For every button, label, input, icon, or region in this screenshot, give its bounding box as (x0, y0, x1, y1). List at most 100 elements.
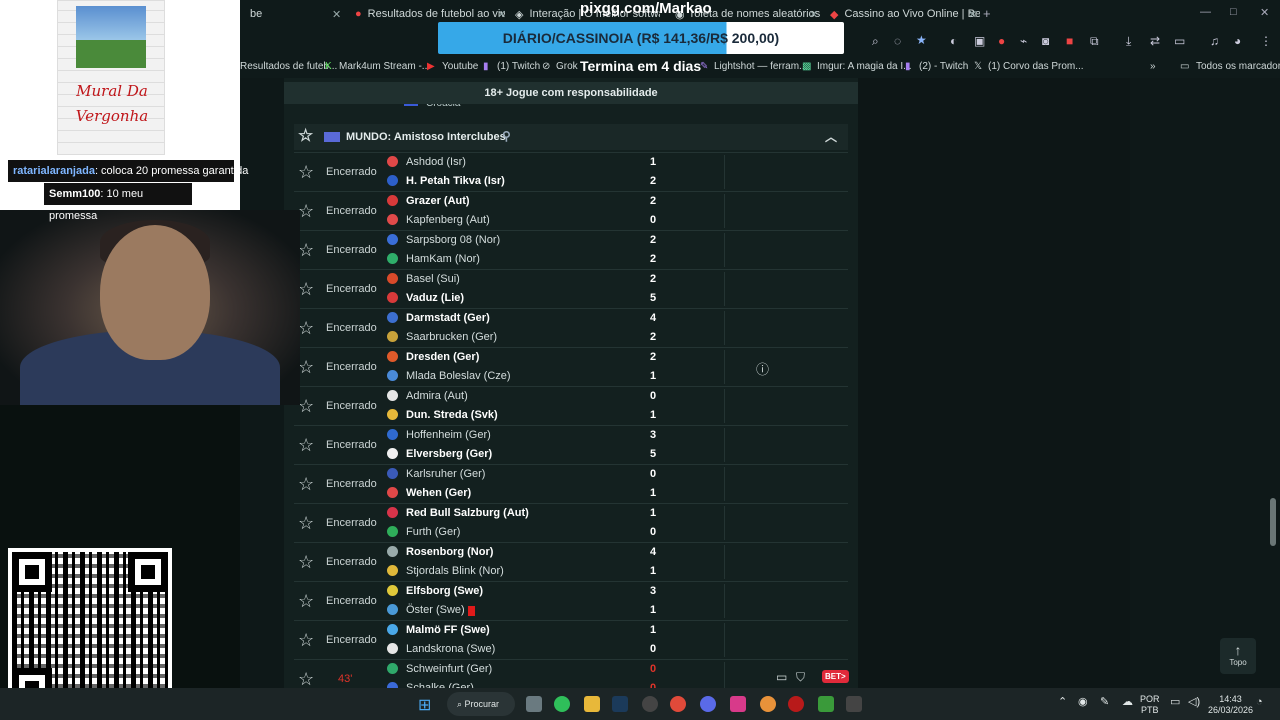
away-team[interactable]: Vaduz (Lie) (387, 292, 464, 304)
star-icon[interactable]: ☆ (298, 630, 314, 651)
match-row[interactable]: ☆ Encerrado Admira (Aut) Dun. Streda (Svk) 0… (294, 386, 848, 425)
away-team[interactable]: Mlada Boleslav (Cze) (387, 370, 511, 382)
close-window-icon[interactable]: ✕ (1260, 6, 1269, 19)
star-icon[interactable]: ☆ (298, 318, 314, 339)
home-team[interactable]: Hoffenheim (Ger) (387, 429, 491, 441)
folder-icon[interactable] (584, 696, 600, 712)
instagram-icon[interactable] (730, 696, 746, 712)
home-team[interactable]: Dresden (Ger) (387, 351, 479, 363)
download-icon[interactable]: ⤓ (1126, 34, 1131, 49)
star-icon[interactable]: ☆ (298, 591, 314, 612)
tab-0[interactable]: be ✕ (240, 0, 340, 28)
bet-button[interactable]: BET> (822, 670, 849, 683)
home-team[interactable]: Admira (Aut) (387, 390, 468, 402)
bookmark-item[interactable]: Mark4um Stream -... (339, 61, 430, 72)
star-icon[interactable]: ☆ (298, 126, 313, 146)
discord-icon[interactable] (700, 696, 716, 712)
match-row[interactable]: ☆ Encerrado Rosenborg (Nor) Stjordals Blink… (294, 542, 848, 581)
back-to-top-button[interactable]: ↑ Topo (1220, 638, 1256, 674)
language-indicator[interactable]: POR PTB (1140, 694, 1160, 716)
home-team[interactable]: Malmö FF (Swe) (387, 624, 490, 636)
away-team[interactable]: Saarbrucken (Ger) (387, 331, 497, 343)
match-row[interactable]: ☆ Encerrado Basel (Sui) Vaduz (Lie) 2 5 (294, 269, 848, 308)
eye-off-icon[interactable]: ◌ (894, 34, 901, 48)
whatsapp-icon[interactable] (554, 696, 570, 712)
home-team[interactable]: Grazer (Aut) (387, 195, 470, 207)
tv-icon[interactable]: ▭ (776, 670, 787, 684)
away-team[interactable]: H. Petah Tikva (Isr) (387, 175, 505, 187)
tab-betano[interactable]: ◆ Cassino ao Vivo Online | Betano✕ (820, 0, 980, 28)
star-icon[interactable]: ☆ (298, 201, 314, 222)
bookmark-item[interactable]: (1) Twitch (497, 61, 540, 72)
clock[interactable]: 14:43 26/03/2026 (1208, 694, 1253, 716)
bookmark-item[interactable]: Resultados de futeb... (240, 61, 337, 72)
league-header[interactable]: ☆ MUNDO: Amistoso Interclubes ⚲ ︿ (294, 124, 848, 150)
star-icon[interactable]: ☆ (298, 240, 314, 261)
home-team[interactable]: Sarpsborg 08 (Nor) (387, 234, 500, 246)
zoom-icon[interactable]: ⌕ (872, 34, 879, 49)
match-row[interactable]: ☆ Encerrado Red Bull Salzburg (Aut) Furth (… (294, 503, 848, 542)
volume-icon[interactable]: ◁) (1188, 697, 1200, 708)
bookmark-item[interactable]: Lightshot — ferram... (714, 61, 807, 72)
chrome-icon[interactable] (670, 696, 686, 712)
translate-icon[interactable]: ⇄ (1150, 34, 1160, 48)
match-row[interactable]: ☆ Encerrado Malmö FF (Swe) Landskrona (Swe)… (294, 620, 848, 659)
away-team[interactable]: Furth (Ger) (387, 526, 460, 538)
page-scrollbar[interactable] (1270, 498, 1276, 546)
match-row[interactable]: ☆ Encerrado Grazer (Aut) Kapfenberg (Aut) 2 0 (294, 191, 848, 230)
close-icon[interactable]: ✕ (332, 8, 340, 21)
ext-icon[interactable]: ■ (1066, 34, 1073, 48)
match-row[interactable]: ☆ Encerrado Dresden (Ger) Mlada Boleslav (C… (294, 347, 848, 386)
cast-icon[interactable]: ▭ (1174, 34, 1185, 48)
star-icon[interactable]: ☆ (298, 552, 314, 573)
home-team[interactable]: Ashdod (Isr) (387, 156, 466, 168)
chevron-up-icon[interactable]: ⌃ (1058, 697, 1067, 708)
home-team[interactable]: Schweinfurt (Ger) (387, 663, 492, 675)
windows-start-icon[interactable]: ⊞ (418, 695, 431, 715)
notification-icon[interactable]: ◔ (1256, 697, 1263, 708)
close-icon[interactable]: ✕ (497, 8, 505, 21)
media-icon[interactable]: ♫ (1210, 34, 1219, 48)
bookmark-item[interactable]: (1) Corvo das Prom... (988, 61, 1084, 72)
away-team[interactable]: Dun. Streda (Svk) (387, 409, 498, 421)
bookmark-star-icon[interactable]: ★ (916, 33, 927, 47)
star-icon[interactable]: ☆ (298, 162, 314, 183)
menu-icon[interactable]: ⋮ (1260, 34, 1272, 48)
avatar[interactable]: ◕ (1234, 34, 1241, 48)
match-row[interactable]: ☆ Encerrado Hoffenheim (Ger) Elversberg (Ge… (294, 425, 848, 464)
bookmark-item[interactable]: (2) - Twitch (919, 61, 968, 72)
home-team[interactable]: Elfsborg (Swe) (387, 585, 483, 597)
bookmark-item[interactable]: Grok (556, 61, 578, 72)
away-team[interactable]: Kapfenberg (Aut) (387, 214, 490, 226)
new-tab-icon[interactable]: + (983, 6, 991, 21)
away-team[interactable]: Landskrona (Swe) (387, 643, 495, 655)
extension-icon[interactable]: ◐ (950, 34, 957, 48)
close-icon[interactable]: ✕ (809, 8, 818, 21)
star-icon[interactable]: ☆ (298, 279, 314, 300)
taskview-icon[interactable] (526, 696, 542, 712)
search-box[interactable]: ⌕ Procurar (447, 692, 515, 716)
away-team[interactable]: HamKam (Nor) (387, 253, 480, 265)
match-row[interactable]: ☆ Encerrado Sarpsborg 08 (Nor) HamKam (Nor)… (294, 230, 848, 269)
close-icon[interactable]: ✕ (968, 8, 977, 21)
info-icon[interactable]: ⓘ (756, 359, 769, 378)
match-row[interactable]: ☆ 43' Schweinfurt (Ger) Schalke (Ger) 0 0 ▭ ⛉ BE… (294, 659, 849, 688)
maximize-icon[interactable]: □ (1230, 6, 1237, 18)
home-team[interactable]: Karlsruher (Ger) (387, 468, 485, 480)
network-icon[interactable]: ▭ (1170, 697, 1180, 708)
bookmark-item[interactable]: Imgur: A magia da I... (817, 61, 912, 72)
bookmark-item[interactable]: Youtube (442, 61, 478, 72)
star-icon[interactable]: ☆ (298, 435, 314, 456)
cloud-tray-icon[interactable]: ☁ (1122, 697, 1133, 708)
ext-badge-icon[interactable]: ● (998, 34, 1005, 48)
star-icon[interactable]: ☆ (298, 357, 314, 378)
cloud-icon[interactable] (760, 696, 776, 712)
discord-tray-icon[interactable]: ◉ (1078, 697, 1088, 708)
ext-icon[interactable]: ◙ (1042, 34, 1049, 48)
pen-icon[interactable]: ✎ (1100, 697, 1109, 708)
match-row[interactable]: ☆ Encerrado Ashdod (Isr) H. Petah Tikva (Is… (294, 152, 848, 191)
home-team[interactable]: Basel (Sui) (387, 273, 460, 285)
chevron-up-icon[interactable]: ︿ (825, 128, 837, 145)
ext-icon[interactable]: ⌁ (1020, 34, 1027, 48)
match-row[interactable]: ☆ Encerrado Karlsruher (Ger) Wehen (Ger) 0 1 (294, 464, 848, 503)
